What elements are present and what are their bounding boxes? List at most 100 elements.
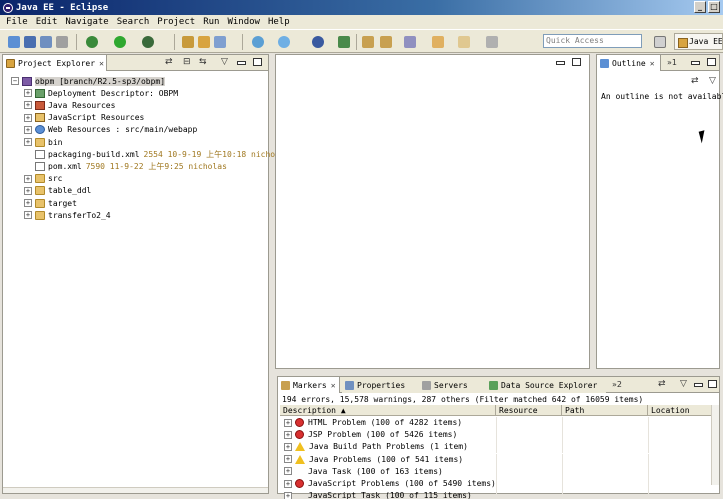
menu-run[interactable]: Run <box>199 17 223 27</box>
new-icon[interactable] <box>8 36 20 48</box>
view-menu-icon[interactable]: ▽ <box>221 58 228 67</box>
expand-icon[interactable]: + <box>24 174 32 183</box>
tree-item[interactable]: + transferTo2_4 <box>24 209 111 221</box>
expand-icon[interactable]: + <box>284 491 292 499</box>
expand-icon[interactable]: + <box>24 186 32 195</box>
tree-item[interactable]: + Web Resources : src/main/webapp <box>24 124 197 136</box>
expand-icon[interactable]: + <box>284 479 292 488</box>
forward-icon[interactable] <box>458 36 470 48</box>
expand-icon[interactable]: + <box>284 430 292 439</box>
tab-project-explorer[interactable]: Project Explorer ✕ <box>3 55 107 71</box>
tree-item[interactable]: + table_ddl <box>24 185 91 197</box>
web-browser-icon[interactable] <box>252 36 264 48</box>
expand-icon[interactable]: + <box>24 138 32 146</box>
close-icon[interactable]: ✕ <box>650 59 655 68</box>
expand-icon[interactable]: + <box>24 199 32 207</box>
editor-maximize-button[interactable] <box>572 58 581 66</box>
tree-item[interactable]: + bin <box>24 136 62 148</box>
menu-project[interactable]: Project <box>153 17 199 27</box>
expand-icon[interactable]: + <box>284 418 292 427</box>
column-resource[interactable]: Resource <box>496 405 562 416</box>
open-folder-icon[interactable] <box>198 36 210 48</box>
quick-access-input[interactable]: Quick Access <box>543 34 642 48</box>
tree-item[interactable]: + target <box>24 197 77 209</box>
perspective-java-ee-button[interactable]: Java EE <box>674 33 723 50</box>
table-row[interactable]: + Java Task (100 of 163 items) <box>280 465 712 478</box>
save-icon[interactable] <box>24 36 36 48</box>
tree-item[interactable]: + src <box>24 173 62 185</box>
overflow-tabs-icon[interactable]: »2 <box>612 380 622 389</box>
view-menu-icon[interactable]: ▽ <box>680 380 687 389</box>
next-annotation-icon[interactable] <box>380 36 392 48</box>
maximize-view-button[interactable] <box>253 58 262 66</box>
expand-icon[interactable]: + <box>24 125 32 134</box>
minimize-view-button[interactable] <box>237 61 246 65</box>
focus-icon[interactable]: ⇄ <box>658 380 666 389</box>
tab-servers[interactable]: Servers <box>412 377 486 393</box>
tab-markers[interactable]: Markers ✕ <box>278 377 340 393</box>
external-tools-icon[interactable] <box>142 36 154 48</box>
save-all-icon[interactable] <box>40 36 52 48</box>
expand-icon[interactable]: + <box>24 113 32 122</box>
tree-item[interactable]: + Deployment Descriptor: OBPM <box>24 87 178 99</box>
open-type-icon[interactable] <box>214 36 226 48</box>
expand-icon[interactable]: + <box>24 101 32 110</box>
minimize-view-button[interactable] <box>694 383 703 387</box>
table-row[interactable]: + JSP Problem (100 of 5426 items) <box>280 429 712 442</box>
maximize-button[interactable]: □ <box>708 1 720 13</box>
expand-icon[interactable]: + <box>284 442 292 451</box>
tree-item[interactable]: + JavaScript Resources <box>24 112 144 124</box>
run-icon[interactable] <box>114 36 126 48</box>
overflow-tabs-icon[interactable]: »1 <box>667 58 677 67</box>
print-icon[interactable] <box>56 36 68 48</box>
outline-toolbar-icon[interactable]: ⇄ <box>691 77 699 86</box>
globe-icon[interactable] <box>312 36 324 48</box>
view-menu-icon[interactable]: ▽ <box>709 77 716 86</box>
expand-icon[interactable]: + <box>24 89 32 98</box>
tab-data-source-explorer[interactable]: Data Source Explorer <box>486 377 606 393</box>
editor-minimize-button[interactable] <box>556 61 565 65</box>
maximize-view-button[interactable] <box>708 380 717 388</box>
tab-outline[interactable]: Outline ✕ <box>597 55 661 71</box>
menu-help[interactable]: Help <box>264 17 294 27</box>
table-row[interactable]: + JavaScript Problems (100 of 5490 items) <box>280 478 712 490</box>
tree-item[interactable]: pom.xml 7590 11-9-22 上午9:25 nicholas <box>24 160 227 172</box>
column-location[interactable]: Location <box>648 405 712 416</box>
table-row[interactable]: + HTML Problem (100 of 4282 items) <box>280 417 712 429</box>
minimize-button[interactable]: _ <box>694 1 706 13</box>
collapse-all-icon[interactable]: ⊟ <box>183 58 191 67</box>
expand-icon[interactable]: + <box>24 211 32 220</box>
table-row[interactable]: + Java Problems (100 of 541 items) <box>280 453 712 466</box>
menu-file[interactable]: File <box>2 17 32 27</box>
new-package-icon[interactable] <box>182 36 194 48</box>
minimize-view-button[interactable] <box>691 61 700 65</box>
expand-icon[interactable]: + <box>284 467 292 476</box>
collapse-icon[interactable]: − <box>11 77 19 85</box>
table-row[interactable]: + JavaScript Task (100 of 115 items) <box>280 490 712 499</box>
table-row[interactable]: + Java Build Path Problems (1 item) <box>280 441 712 454</box>
horizontal-scrollbar[interactable] <box>3 487 268 493</box>
menu-window[interactable]: Window <box>223 17 264 27</box>
tree-item[interactable]: − obpm [branch/R2.5-sp3/obpm] <box>11 75 166 87</box>
focus-icon[interactable]: ⇄ <box>165 58 173 67</box>
tree-item[interactable]: + Java Resources <box>24 99 115 111</box>
debug-icon[interactable] <box>86 36 98 48</box>
open-perspective-icon[interactable] <box>654 36 666 48</box>
menu-navigate[interactable]: Navigate <box>61 17 112 27</box>
close-icon[interactable]: ✕ <box>331 381 336 390</box>
tab-properties[interactable]: Properties <box>342 377 412 393</box>
link-with-editor-icon[interactable]: ⇆ <box>199 58 207 67</box>
column-path[interactable]: Path <box>562 405 648 416</box>
server-icon[interactable] <box>278 36 290 48</box>
last-edit-icon[interactable] <box>404 36 416 48</box>
menu-search[interactable]: Search <box>113 17 154 27</box>
vertical-scrollbar[interactable] <box>711 405 719 485</box>
back-icon[interactable] <box>432 36 444 48</box>
close-icon[interactable]: ✕ <box>99 59 104 68</box>
menu-edit[interactable]: Edit <box>32 17 62 27</box>
publish-icon[interactable] <box>338 36 350 48</box>
prev-annotation-icon[interactable] <box>362 36 374 48</box>
expand-icon[interactable]: + <box>284 455 292 464</box>
pin-icon[interactable] <box>486 36 498 48</box>
tree-item[interactable]: packaging-build.xml 2554 10-9-19 上午10:18 … <box>24 148 290 160</box>
